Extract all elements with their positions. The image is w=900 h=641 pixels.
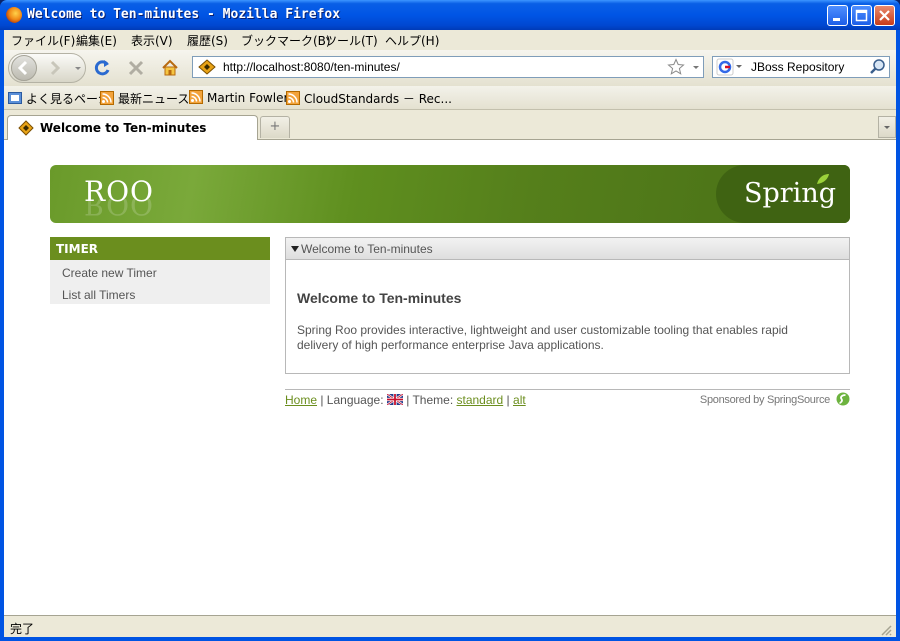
page-footer: Home | Language: | Theme: standard | alt… xyxy=(285,389,850,409)
theme-label: | Theme: xyxy=(406,393,454,407)
bookmark-star-icon[interactable] xyxy=(667,58,685,76)
theme-alt-link[interactable]: alt xyxy=(513,393,526,407)
back-button[interactable] xyxy=(11,55,37,81)
rss-icon xyxy=(100,91,114,105)
language-label: | Language: xyxy=(320,393,384,407)
status-bar: 完了 xyxy=(4,615,896,637)
search-input[interactable]: JBoss Repository xyxy=(751,60,844,74)
menu-history[interactable]: 履歴(S) xyxy=(187,32,228,49)
bookmark-most-visited[interactable]: よく見るページ xyxy=(8,90,110,107)
tab-label: Welcome to Ten-minutes xyxy=(40,121,207,135)
tab-welcome[interactable]: Welcome to Ten-minutes xyxy=(7,115,258,141)
window-title: Welcome to Ten-minutes - Mozilla Firefox xyxy=(27,7,341,22)
minimize-button[interactable] xyxy=(827,5,848,26)
sidebar-menu: TIMER Create new Timer List all Timers xyxy=(50,237,270,304)
url-bar[interactable]: http://localhost:8080/ten-minutes/ xyxy=(192,56,704,78)
rss-icon xyxy=(286,91,300,105)
menu-edit[interactable]: 編集(E) xyxy=(76,32,117,49)
stop-icon[interactable] xyxy=(126,58,146,78)
spring-leaf-icon xyxy=(817,174,829,184)
footer-links: Home | Language: | Theme: standard | alt xyxy=(285,393,526,407)
bookmark-latest-news[interactable]: 最新ニュース xyxy=(100,90,189,107)
theme-standard-link[interactable]: standard xyxy=(457,393,504,407)
springsource-icon[interactable] xyxy=(836,392,850,406)
bookmark-martin-fowler[interactable]: Martin Fowler xyxy=(189,90,288,105)
menu-tools[interactable]: ツール(T) xyxy=(325,32,378,49)
bookmark-label: Martin Fowler xyxy=(207,91,289,105)
page-description: Spring Roo provides interactive, lightwe… xyxy=(297,323,788,352)
home-link[interactable]: Home xyxy=(285,393,317,407)
url-dropdown-icon[interactable] xyxy=(691,59,701,75)
home-icon[interactable] xyxy=(160,58,180,78)
close-icon xyxy=(879,10,890,21)
search-bar[interactable]: JBoss Repository xyxy=(712,56,890,78)
maximize-button[interactable] xyxy=(851,5,872,26)
panel-header[interactable]: Welcome to Ten-minutes xyxy=(286,238,849,260)
back-icon xyxy=(17,60,28,76)
welcome-panel: Welcome to Ten-minutes Welcome to Ten-mi… xyxy=(285,237,850,374)
history-dropdown-icon[interactable] xyxy=(72,59,84,77)
site-favicon-icon xyxy=(198,59,216,75)
back-forward-group xyxy=(8,53,86,83)
menu-help[interactable]: ヘルプ(H) xyxy=(385,32,439,49)
minimize-icon xyxy=(833,18,840,21)
maximize-icon xyxy=(855,9,868,22)
panel-title: Welcome to Ten-minutes xyxy=(301,242,433,256)
navigation-toolbar: http://localhost:8080/ten-minutes/ JBoss… xyxy=(4,50,896,86)
collapse-triangle-icon xyxy=(291,246,299,252)
url-text[interactable]: http://localhost:8080/ten-minutes/ xyxy=(223,60,400,74)
reload-icon[interactable] xyxy=(92,58,112,78)
menu-bar: ファイル(F) 編集(E) 表示(V) 履歴(S) ブックマーク(B) ツール(… xyxy=(4,30,896,50)
sidebar-item-create-timer[interactable]: Create new Timer xyxy=(62,266,157,280)
bookmark-cloudstandards[interactable]: CloudStandards － Rec... xyxy=(286,90,452,107)
rss-icon xyxy=(189,90,203,104)
menu-file[interactable]: ファイル(F) xyxy=(11,32,75,49)
google-icon[interactable] xyxy=(715,58,745,76)
tab-strip: Welcome to Ten-minutes + xyxy=(4,110,896,141)
menu-bookmarks[interactable]: ブックマーク(B) xyxy=(241,32,331,49)
flag-uk-icon[interactable] xyxy=(386,394,403,405)
page-heading: Welcome to Ten-minutes xyxy=(297,290,462,306)
site-favicon-icon xyxy=(18,120,34,136)
search-icon[interactable] xyxy=(869,58,887,76)
sidebar-heading: TIMER xyxy=(50,237,270,260)
resize-grip-icon[interactable] xyxy=(878,622,892,636)
folder-icon xyxy=(8,92,22,104)
sidebar-item-list-timers[interactable]: List all Timers xyxy=(62,288,135,302)
bookmark-label: 最新ニュース xyxy=(118,92,190,106)
theme-separator: | xyxy=(506,393,510,407)
sponsor-text[interactable]: Sponsored by SpringSource xyxy=(700,394,830,406)
header-banner: ROO ROO Spring xyxy=(50,165,850,223)
bookmarks-toolbar: よく見るページ 最新ニュース Martin Fowler CloudStanda… xyxy=(4,86,896,110)
menu-view[interactable]: 表示(V) xyxy=(131,32,173,49)
browser-window: Welcome to Ten-minutes - Mozilla Firefox… xyxy=(0,0,900,641)
title-bar[interactable]: Welcome to Ten-minutes - Mozilla Firefox xyxy=(0,0,900,30)
tab-list-button[interactable] xyxy=(878,116,896,138)
close-button[interactable] xyxy=(874,5,895,26)
bookmark-label: よく見るページ xyxy=(26,92,110,106)
chevron-down-icon xyxy=(884,126,890,129)
forward-icon[interactable] xyxy=(43,59,67,77)
new-tab-button[interactable]: + xyxy=(260,116,290,138)
browser-chrome: ファイル(F) 編集(E) 表示(V) 履歴(S) ブックマーク(B) ツール(… xyxy=(4,30,896,637)
roo-logo-reflection: ROO xyxy=(84,199,154,221)
firefox-icon xyxy=(6,7,22,23)
bookmark-label: CloudStandards － Rec... xyxy=(304,92,452,106)
page-viewport: ROO ROO Spring TIMER Create new Timer Li… xyxy=(4,140,896,615)
status-text: 完了 xyxy=(10,622,35,636)
